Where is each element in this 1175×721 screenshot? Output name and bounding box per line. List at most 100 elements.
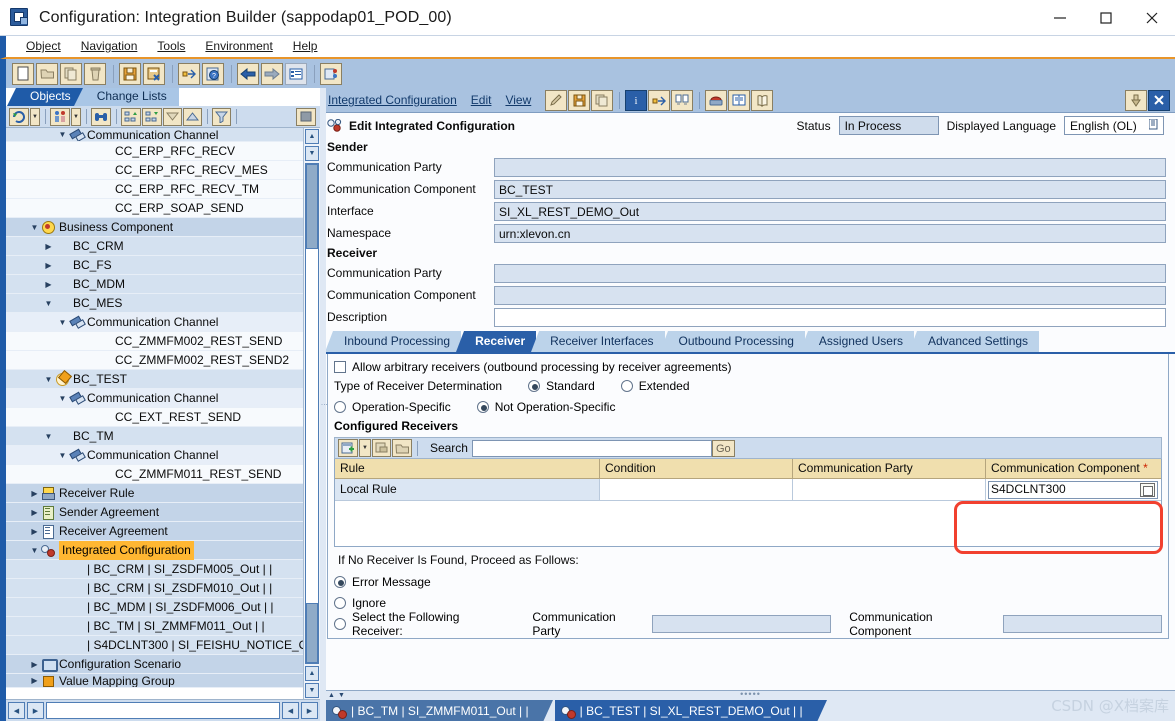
tab-change-lists[interactable]: Change Lists xyxy=(73,88,179,106)
chevron-right-icon[interactable]: ▶ xyxy=(42,237,55,256)
tree-item[interactable]: CC_ZMMFM002_REST_SEND2 xyxy=(6,351,303,370)
tree-item[interactable]: ▼ Integrated Configuration xyxy=(6,540,303,560)
tree-item[interactable]: | BC_TM | SI_ZMMFM011_Out | | xyxy=(6,617,303,636)
scroll-down-button[interactable]: ▼ xyxy=(305,146,319,161)
save-close-icon[interactable] xyxy=(143,62,165,85)
bottom-tab-bc-tm[interactable]: | BC_TM | SI_ZMMFM011_Out | | xyxy=(326,700,553,721)
new-icon[interactable] xyxy=(12,62,34,85)
editor-menu-integrated-configuration[interactable]: Integrated Configuration xyxy=(328,93,457,107)
value-help-icon[interactable] xyxy=(1140,482,1155,497)
input-sender-communication-component[interactable]: BC_TEST xyxy=(494,179,1166,199)
menu-tools[interactable]: Tools xyxy=(147,36,195,57)
collapse-subtree-icon[interactable] xyxy=(141,107,162,126)
chevron-down-icon[interactable]: ▼ xyxy=(42,370,55,389)
language-dropdown-icon[interactable] xyxy=(1148,117,1158,135)
refresh-icon[interactable] xyxy=(9,107,29,126)
column-header-communication-component[interactable]: Communication Component * xyxy=(986,459,1161,478)
radio-standard[interactable]: Standard xyxy=(528,379,595,393)
tree-item[interactable]: ▼ BC_MES xyxy=(6,294,303,313)
cell-communication-component[interactable]: S4DCLNT300 xyxy=(986,479,1161,500)
open-rule-icon[interactable] xyxy=(391,439,412,457)
search-go-button[interactable]: Go xyxy=(711,439,735,457)
tree-rows[interactable]: ▼ Communication Channel CC_ERP_RFC_RECV CC_… xyxy=(6,128,303,699)
delete-icon[interactable] xyxy=(84,62,106,85)
chevron-right-icon[interactable]: ▶ xyxy=(28,503,41,522)
bottom-tab-bc-test[interactable]: | BC_TEST | SI_XL_REST_DEMO_Out | | xyxy=(554,700,827,721)
tree-item[interactable]: CC_ERP_RFC_RECV xyxy=(6,142,303,161)
save-icon[interactable] xyxy=(119,62,141,85)
tree-item[interactable]: | BC_CRM | SI_ZSDFM005_Out | | xyxy=(6,560,303,579)
tree-item[interactable]: ▼ Communication Channel xyxy=(6,446,303,465)
menu-object[interactable]: Object xyxy=(16,36,71,57)
back-icon[interactable] xyxy=(237,62,259,85)
close-icon[interactable] xyxy=(1129,0,1175,36)
allow-arbitrary-receivers-checkbox[interactable] xyxy=(334,361,346,373)
menu-help[interactable]: Help xyxy=(283,36,328,57)
scroll-up-icon[interactable]: ▲ xyxy=(328,692,335,699)
tree-item[interactable]: ▶ Receiver Agreement xyxy=(6,522,303,541)
tree-item[interactable]: ▼ BC_TM xyxy=(6,427,303,446)
chevron-right-icon[interactable]: ▶ xyxy=(42,256,55,275)
select-party-input[interactable] xyxy=(652,614,832,633)
tree-item[interactable]: ▶ Configuration Scenario xyxy=(6,655,303,674)
input-receiver-communication-party[interactable] xyxy=(494,263,1166,283)
tab-receiver-interfaces[interactable]: Receiver Interfaces xyxy=(531,331,665,352)
hscroll-left-button-2[interactable]: ◀ xyxy=(282,702,299,719)
cache-icon[interactable] xyxy=(320,62,342,85)
chevron-down-icon[interactable]: ▼ xyxy=(42,427,55,446)
tree-item[interactable]: CC_ERP_RFC_RECV_MES xyxy=(6,161,303,180)
tree-vertical-scrollbar[interactable]: ▲ ▼ ▲ ▼ xyxy=(303,128,320,699)
tree-item[interactable]: | S4DCLNT300 | SI_FEISHU_NOTICE_Out | | xyxy=(6,636,303,655)
tab-objects[interactable]: Objects xyxy=(7,88,83,106)
radio-select-receiver-button[interactable] xyxy=(334,617,346,630)
pane-splitter[interactable]: ⋮ xyxy=(320,88,327,721)
minimize-icon[interactable] xyxy=(1037,0,1083,36)
tree-item[interactable]: CC_ZMMFM011_REST_SEND xyxy=(6,465,303,484)
cell-communication-party[interactable] xyxy=(793,479,986,500)
menu-navigation[interactable]: Navigation xyxy=(71,36,148,57)
tab-receiver[interactable]: Receiver xyxy=(456,331,537,352)
activate-icon[interactable] xyxy=(178,62,200,85)
tree-item[interactable]: ▶ Value Mapping Group xyxy=(6,674,303,688)
edit-pencil-icon[interactable] xyxy=(545,89,568,111)
tree-item[interactable]: | BC_CRM | SI_ZSDFM010_Out | | xyxy=(6,579,303,598)
menu-environment[interactable]: Environment xyxy=(195,36,282,57)
hscroll-track[interactable] xyxy=(46,702,280,719)
scroll-up-button[interactable]: ▲ xyxy=(305,129,319,144)
tree-item[interactable]: ▼ Communication Channel xyxy=(6,313,303,332)
tree-item[interactable]: ▼ BC_TEST xyxy=(6,370,303,389)
communication-component-input-wrap[interactable]: S4DCLNT300 xyxy=(988,480,1158,499)
scroll-track[interactable] xyxy=(305,163,319,664)
hscroll-left-button[interactable]: ◀ xyxy=(8,702,25,719)
input-sender-namespace[interactable]: urn:xlevon.cn xyxy=(494,223,1166,243)
chevron-down-icon[interactable]: ▼ xyxy=(56,313,69,332)
radio-extended[interactable]: Extended xyxy=(620,379,690,393)
radio-not-operation-specific[interactable]: Not Operation-Specific xyxy=(476,400,615,414)
option-select-receiver[interactable]: Select the Following Receiver: Communica… xyxy=(334,610,1163,638)
input-receiver-description[interactable] xyxy=(494,307,1166,327)
chevron-right-icon[interactable]: ▶ xyxy=(28,655,41,674)
tree-item[interactable]: CC_EXT_REST_SEND xyxy=(6,408,303,427)
chevron-down-icon[interactable]: ▼ xyxy=(28,218,41,237)
copy-icon[interactable] xyxy=(60,62,82,85)
print-icon[interactable] xyxy=(705,89,728,111)
tab-assigned-users[interactable]: Assigned Users xyxy=(799,331,914,352)
where-used-icon[interactable] xyxy=(648,89,671,111)
tree-item[interactable]: | BC_MDM | SI_ZSDFM006_Out | | xyxy=(6,598,303,617)
tree-item[interactable]: ▼ Communication Channel xyxy=(6,128,303,142)
scroll-up-button-2[interactable]: ▲ xyxy=(305,666,319,681)
chevron-down-icon[interactable]: ▼ xyxy=(56,446,69,465)
hscroll-right-button[interactable]: ▶ xyxy=(27,702,44,719)
editor-menu-view[interactable]: View xyxy=(505,93,531,107)
tree-item[interactable]: CC_ERP_SOAP_SEND xyxy=(6,199,303,218)
find-users-icon[interactable] xyxy=(49,107,70,126)
chevron-right-icon[interactable]: ▶ xyxy=(28,674,41,687)
input-receiver-communication-component[interactable] xyxy=(494,285,1166,305)
history-icon[interactable] xyxy=(751,89,774,111)
expand-subtree-icon[interactable] xyxy=(120,107,141,126)
resize-grip-icon[interactable]: ••••• xyxy=(740,689,761,699)
collapse-all-icon[interactable] xyxy=(182,107,202,126)
tree-item[interactable]: ▶ Sender Agreement xyxy=(6,503,303,522)
tree-item[interactable]: ▼ Communication Channel xyxy=(6,389,303,408)
insert-row-dropdown-icon[interactable]: ▼ xyxy=(359,439,371,457)
